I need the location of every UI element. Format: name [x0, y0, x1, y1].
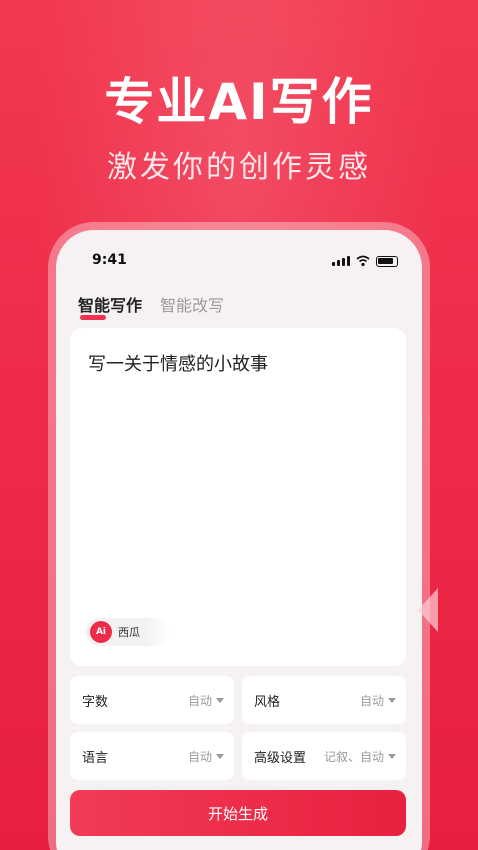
advanced-settings-label: 高级设置: [254, 751, 307, 766]
language-value: 自动: [187, 750, 212, 764]
options-row-2: 语言 自动 高级设置 记叙、自动: [70, 732, 406, 780]
hero-title: 专业AI写作: [104, 73, 374, 131]
advanced-settings-select[interactable]: 高级设置 记叙、自动: [242, 732, 406, 780]
prompt-editor[interactable]: 写一关于情感的小故事 Ai 西瓜: [70, 328, 406, 666]
advanced-settings-value: 记叙、自动: [323, 750, 384, 764]
word-count-label: 字数: [82, 695, 109, 710]
style-label: 风格: [254, 695, 281, 710]
caret-down-icon: [388, 754, 396, 759]
phone-frame: 9:41 智能写作 智能改写 写一关于情感的小故事 Ai 西瓜 字数 自动 风格…: [48, 222, 430, 850]
style-value: 自动: [359, 694, 384, 708]
tab-active-indicator: [80, 315, 106, 320]
tab-smart-writing[interactable]: 智能写作: [78, 292, 143, 320]
options-row-1: 字数 自动 风格 自动: [70, 676, 406, 724]
signal-icon: [332, 256, 350, 266]
caret-down-icon: [216, 698, 224, 703]
model-selector[interactable]: Ai 西瓜: [86, 618, 170, 646]
word-count-value: 自动: [187, 694, 212, 708]
model-label: 西瓜: [118, 626, 140, 639]
generate-button[interactable]: 开始生成: [70, 790, 406, 836]
status-icons: [332, 255, 398, 267]
language-select[interactable]: 语言 自动: [70, 732, 234, 780]
ai-logo-icon: Ai: [90, 621, 112, 643]
caret-down-icon: [388, 698, 396, 703]
tab-label: 智能写作: [78, 296, 143, 315]
tab-bar: 智能写作 智能改写: [78, 292, 224, 320]
tab-label: 智能改写: [160, 296, 225, 315]
hero-subtitle: 激发你的创作灵感: [107, 150, 371, 185]
wifi-icon: [356, 255, 370, 267]
decorative-arrow-icon: [418, 588, 438, 632]
tab-smart-rewrite[interactable]: 智能改写: [160, 292, 224, 316]
status-bar: 9:41: [56, 252, 422, 272]
style-select[interactable]: 风格 自动: [242, 676, 406, 724]
battery-icon: [376, 255, 398, 267]
caret-down-icon: [216, 754, 224, 759]
word-count-select[interactable]: 字数 自动: [70, 676, 234, 724]
language-label: 语言: [82, 751, 109, 766]
prompt-input[interactable]: 写一关于情感的小故事: [88, 350, 268, 376]
status-time: 9:41: [92, 252, 127, 268]
phone-screen: 9:41 智能写作 智能改写 写一关于情感的小故事 Ai 西瓜 字数 自动 风格…: [56, 230, 422, 850]
